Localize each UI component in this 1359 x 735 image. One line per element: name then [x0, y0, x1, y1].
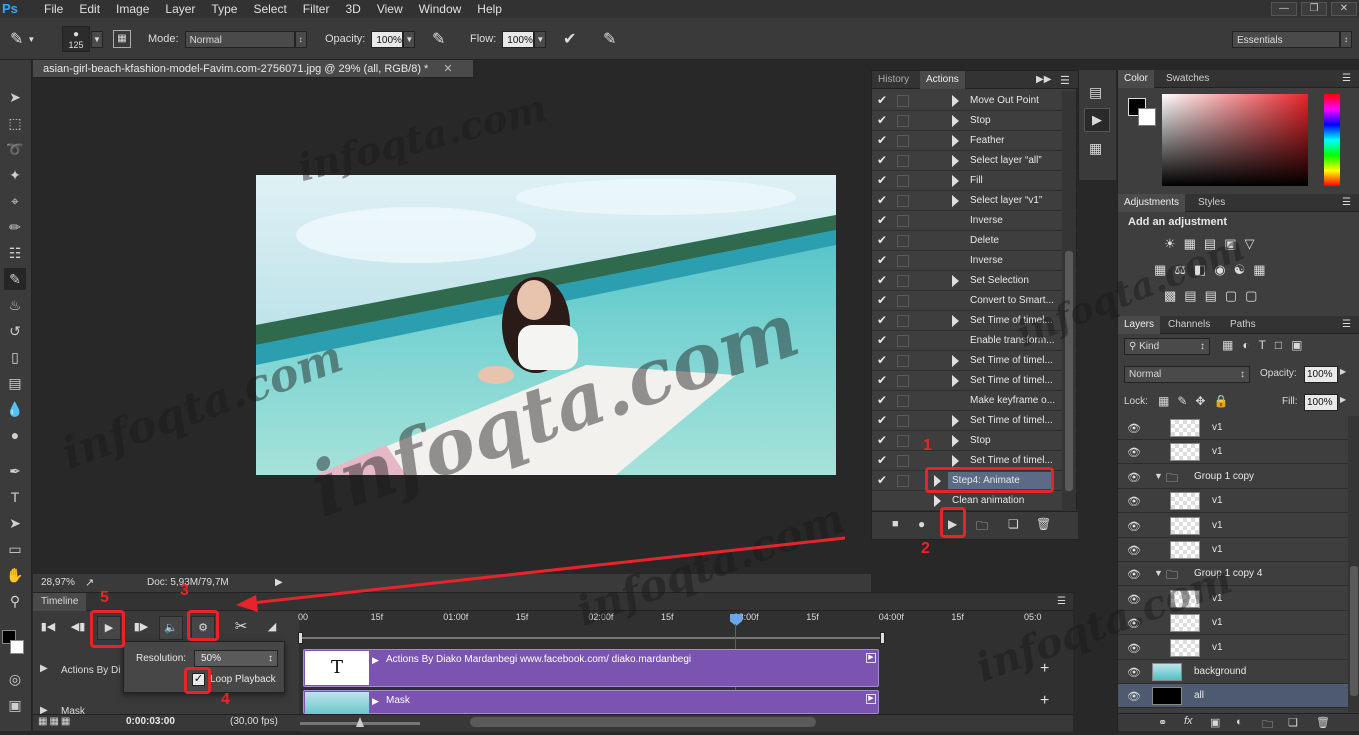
- highlight-step4: [925, 467, 1054, 493]
- highlight-play-selection: [940, 507, 966, 538]
- annotation-4: 4: [221, 691, 230, 708]
- highlight-loop: [184, 667, 211, 694]
- annotation-3: 3: [180, 582, 189, 599]
- annotation-5: 5: [100, 589, 109, 606]
- annotation-1: 1: [923, 437, 932, 454]
- highlight-play: [90, 610, 125, 648]
- highlight-settings: [187, 610, 219, 641]
- annotation-2: 2: [921, 540, 930, 557]
